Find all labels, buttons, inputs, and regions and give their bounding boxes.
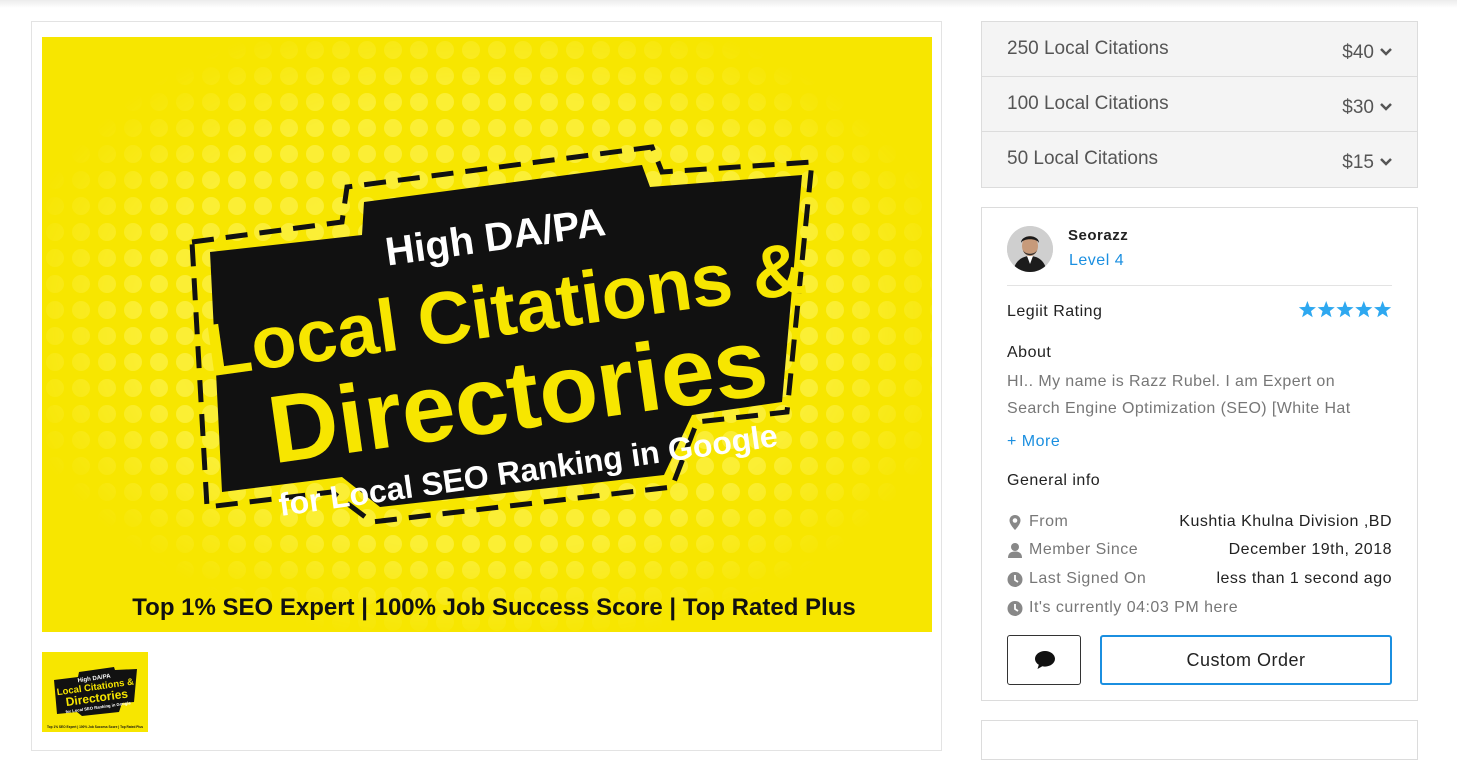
divider xyxy=(1007,285,1392,286)
star-icon xyxy=(1298,301,1316,318)
seller-level: Level 4 xyxy=(1069,252,1125,269)
seller-name[interactable]: Seorazz xyxy=(1068,227,1128,244)
gig-gallery: High DA/PA Local Citations & Directories… xyxy=(31,21,942,751)
comment-icon xyxy=(1035,651,1055,669)
package-row-250[interactable]: 250 Local Citations $40 xyxy=(982,22,1417,77)
seller-card: Seorazz Level 4 Legiit Rating About HI..… xyxy=(981,207,1418,701)
rating-label: Legiit Rating xyxy=(1007,303,1103,320)
general-info-title: General info xyxy=(1007,472,1101,489)
more-link[interactable]: + More xyxy=(1007,433,1060,451)
package-price: $30 xyxy=(1342,97,1374,118)
user-icon xyxy=(1008,543,1022,558)
info-label: From xyxy=(1029,513,1069,530)
package-list: 250 Local Citations $40 100 Local Citati… xyxy=(981,21,1418,188)
info-row-local-time: It's currently 04:03 PM here xyxy=(1007,597,1392,621)
star-icon xyxy=(1374,301,1392,318)
info-row-member-since: Member Since December 19th, 2018 xyxy=(1007,539,1392,563)
info-row-from: From Kushtia Khulna Division ,BD xyxy=(1007,511,1392,535)
package-row-100[interactable]: 100 Local Citations $30 xyxy=(982,77,1417,132)
package-row-50[interactable]: 50 Local Citations $15 xyxy=(982,132,1417,187)
thumbnail-graphic: High DA/PA Local Citations & Directories… xyxy=(42,652,148,732)
message-button[interactable] xyxy=(1007,635,1081,685)
custom-order-button[interactable]: Custom Order xyxy=(1100,635,1392,685)
gig-thumbnail[interactable]: High DA/PA Local Citations & Directories… xyxy=(42,652,148,732)
info-value: less than 1 second ago xyxy=(1216,570,1392,587)
package-name: 250 Local Citations xyxy=(1007,38,1169,59)
next-card xyxy=(981,720,1418,760)
thumb-footer: Top 1% SEO Expert | 100% Job Success Sco… xyxy=(47,725,143,729)
gig-banner-graphic: High DA/PA Local Citations & Directories… xyxy=(42,37,932,632)
package-name: 100 Local Citations xyxy=(1007,93,1169,114)
info-row-last-signed: Last Signed On less than 1 second ago xyxy=(1007,568,1392,592)
chevron-down-icon[interactable] xyxy=(1379,100,1393,114)
info-label: Member Since xyxy=(1029,541,1139,558)
package-price: $15 xyxy=(1342,152,1374,173)
star-icon xyxy=(1317,301,1335,318)
about-text: HI.. My name is Razz Rubel. I am Expert … xyxy=(1007,373,1351,417)
map-marker-icon xyxy=(1009,515,1021,530)
chevron-down-icon[interactable] xyxy=(1379,155,1393,169)
info-value: December 19th, 2018 xyxy=(1228,541,1392,558)
banner-footer: Top 1% SEO Expert | 100% Job Success Sco… xyxy=(132,594,855,621)
about-title: About xyxy=(1007,344,1052,361)
avatar[interactable] xyxy=(1007,226,1053,272)
avatar-photo xyxy=(1007,226,1053,272)
info-label: It's currently 04:03 PM here xyxy=(1029,599,1239,616)
rating-stars xyxy=(1298,301,1392,318)
package-name: 50 Local Citations xyxy=(1007,148,1159,169)
package-price: $40 xyxy=(1342,42,1374,63)
star-icon xyxy=(1336,301,1354,318)
star-icon xyxy=(1355,301,1373,318)
chevron-down-icon[interactable] xyxy=(1379,45,1393,59)
clock-icon xyxy=(1007,572,1023,587)
info-label: Last Signed On xyxy=(1029,570,1147,587)
info-value: Kushtia Khulna Division ,BD xyxy=(1179,513,1392,530)
gig-main-image[interactable]: High DA/PA Local Citations & Directories… xyxy=(42,37,932,632)
top-bar-shadow xyxy=(0,0,1457,8)
clock-icon xyxy=(1007,601,1023,616)
